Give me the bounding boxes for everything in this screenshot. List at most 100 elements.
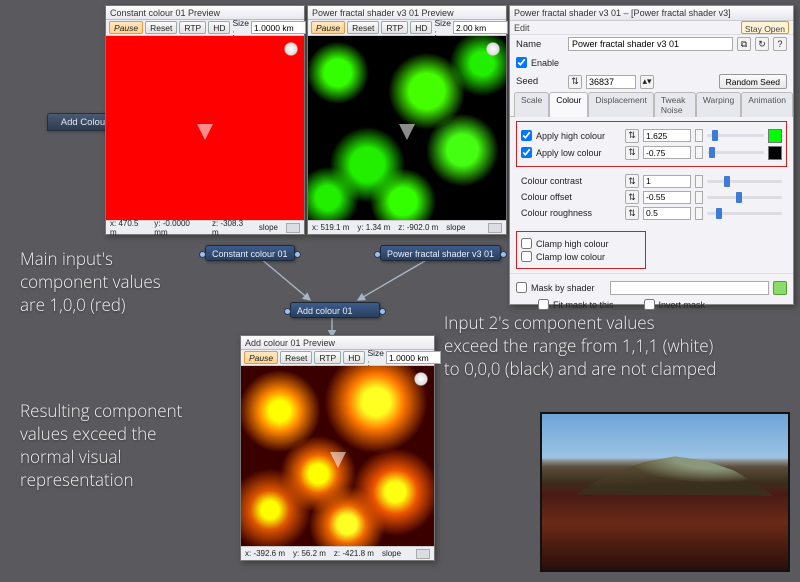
power-fractal-settings-panel: Power fractal shader v3 01 – [Power frac… [509, 5, 794, 305]
hd-button[interactable]: HD [410, 21, 432, 34]
seed-stepper-icon[interactable]: ⇅ [568, 75, 582, 89]
roughness-label: Colour roughness [521, 208, 621, 218]
tab-tweak-noise[interactable]: Tweak Noise [654, 92, 696, 117]
size-field[interactable] [453, 21, 508, 34]
tab-colour[interactable]: Colour [549, 92, 588, 117]
h-scroll-icon[interactable] [488, 223, 502, 233]
stepper-icon[interactable]: ⇅ [625, 190, 639, 204]
size-field[interactable] [386, 351, 441, 364]
offset-value[interactable] [643, 191, 691, 204]
pause-button[interactable]: Pause [244, 351, 278, 364]
reset-button[interactable]: Reset [145, 21, 177, 34]
clamp-high-checkbox[interactable]: Clamp high colour [521, 238, 641, 249]
offset-label: Colour offset [521, 192, 621, 202]
fit-mask-checkbox[interactable]: Fit mask to this [538, 299, 614, 310]
preview-toolbar: Pause Reset RTP HD Size : [241, 350, 434, 366]
mask-by-shader-checkbox[interactable]: Mask by shader [516, 282, 606, 293]
enable-checkbox[interactable]: Enable [516, 57, 564, 68]
h-scroll-icon[interactable] [416, 549, 430, 559]
status-x: x: 470.5 m [110, 219, 146, 237]
status-bar: x: -392.6 m y: 56.2 m z: -421.8 m slope [241, 546, 434, 560]
pause-button[interactable]: Pause [311, 21, 345, 34]
tab-strip: Scale Colour Displacement Tweak Noise Wa… [510, 91, 793, 117]
name-field[interactable] [568, 37, 733, 51]
annotation-input-2: Input 2's component values exceed the ra… [444, 312, 716, 381]
seed-updown-icon[interactable]: ▴▾ [640, 75, 654, 89]
apply-high-value[interactable] [643, 129, 691, 142]
preview-canvas[interactable] [241, 366, 434, 546]
invert-mask-checkbox[interactable]: Invert mask [644, 299, 706, 310]
browse-icon[interactable]: ⧉ [737, 37, 751, 51]
preview-window-add-colour: Add colour 01 Preview Pause Reset RTP HD… [240, 335, 435, 561]
sun-icon [414, 372, 428, 386]
updown-icon[interactable] [695, 175, 703, 188]
preview-window-constant-colour: Constant colour 01 Preview Pause Reset R… [105, 5, 305, 235]
status-slope: slope [259, 223, 278, 232]
mask-shader-field[interactable] [610, 281, 769, 295]
h-scroll-icon[interactable] [286, 223, 300, 233]
status-slope: slope [382, 549, 401, 558]
apply-low-slider[interactable] [707, 151, 764, 154]
contrast-label: Colour contrast [521, 176, 621, 186]
status-x: x: -392.6 m [245, 549, 285, 558]
clamp-low-checkbox[interactable]: Clamp low colour [521, 251, 641, 262]
stepper-icon[interactable]: ⇅ [625, 146, 639, 160]
sun-icon [486, 42, 500, 56]
tab-scale[interactable]: Scale [514, 92, 549, 117]
offset-slider[interactable] [707, 196, 782, 199]
size-label: Size : [232, 18, 249, 38]
contrast-value[interactable] [643, 175, 691, 188]
hd-button[interactable]: HD [343, 351, 365, 364]
status-y: y: 1.34 m [357, 223, 390, 232]
preview-canvas[interactable] [308, 36, 506, 220]
apply-low-colour-checkbox[interactable]: Apply low colour [521, 147, 621, 158]
annotation-main-input: Main input's component values are 1,0,0 … [20, 248, 161, 317]
panel-menubar: Edit Stay Open [510, 21, 793, 35]
seed-label: Seed [516, 76, 564, 87]
stepper-icon[interactable]: ⇅ [625, 174, 639, 188]
apply-high-slider[interactable] [707, 134, 764, 137]
stepper-icon[interactable]: ⇅ [625, 129, 639, 143]
window-title: Add colour 01 Preview [241, 336, 434, 350]
terrain-render [540, 412, 790, 572]
tab-warping[interactable]: Warping [696, 92, 741, 117]
rtp-button[interactable]: RTP [314, 351, 341, 364]
pause-button[interactable]: Pause [109, 21, 143, 34]
stay-open-button[interactable]: Stay Open [741, 21, 789, 34]
status-bar: x: 519.1 m y: 1.34 m z: -902.0 m slope [308, 220, 506, 234]
node-add-colour[interactable]: Add colour 01 [290, 302, 380, 318]
status-z: z: -902.0 m [398, 223, 438, 232]
rtp-button[interactable]: RTP [381, 21, 408, 34]
updown-icon[interactable] [695, 129, 703, 142]
edit-menu[interactable]: Edit [514, 21, 530, 34]
hd-button[interactable]: HD [208, 21, 230, 34]
roughness-value[interactable] [643, 207, 691, 220]
updown-icon[interactable] [695, 207, 703, 220]
clamp-group: Clamp high colour Clamp low colour [516, 231, 646, 269]
roughness-slider[interactable] [707, 212, 782, 215]
apply-high-colour-checkbox[interactable]: Apply high colour [521, 130, 621, 141]
tab-animation[interactable]: Animation [741, 92, 793, 117]
contrast-slider[interactable] [707, 180, 782, 183]
reset-button[interactable]: Reset [347, 21, 379, 34]
apply-low-value[interactable] [643, 146, 691, 159]
reset-button[interactable]: Reset [280, 351, 312, 364]
size-field[interactable] [251, 21, 306, 34]
updown-icon[interactable] [695, 191, 703, 204]
low-colour-swatch[interactable] [768, 146, 782, 160]
stepper-icon[interactable]: ⇅ [625, 206, 639, 220]
help-icon[interactable]: ? [773, 37, 787, 51]
refresh-icon[interactable]: ↻ [755, 37, 769, 51]
node-power-fractal[interactable]: Power fractal shader v3 01 [380, 245, 501, 261]
random-seed-button[interactable]: Random Seed [719, 74, 787, 89]
high-colour-swatch[interactable] [768, 129, 782, 143]
status-y: y: -0.0000 mm [154, 219, 204, 237]
mask-pick-button[interactable] [773, 281, 787, 295]
rtp-button[interactable]: RTP [179, 21, 206, 34]
preview-window-power-fractal: Power fractal shader v3 01 Preview Pause… [307, 5, 507, 235]
preview-canvas[interactable] [106, 36, 304, 220]
node-constant-colour[interactable]: Constant colour 01 [205, 245, 295, 261]
tab-displacement[interactable]: Displacement [588, 92, 654, 117]
seed-field[interactable] [586, 75, 636, 89]
updown-icon[interactable] [695, 146, 703, 159]
